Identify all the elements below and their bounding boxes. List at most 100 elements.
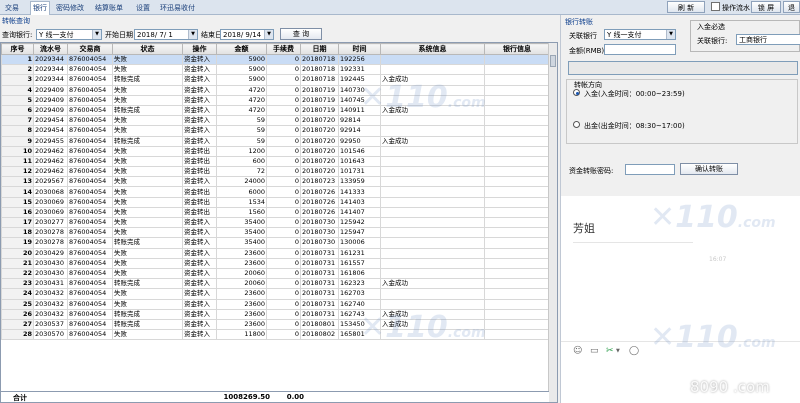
table-cell: 23600 bbox=[216, 308, 267, 320]
refresh-button[interactable]: 刷 新 bbox=[667, 1, 705, 13]
table-cell: 92950 bbox=[338, 135, 381, 147]
table-cell bbox=[484, 176, 550, 188]
table-row[interactable]: 5 2029409 876004054 失败 资金转入 4720 0 20180719 1407… bbox=[1, 94, 550, 106]
table-cell: 92914 bbox=[338, 125, 381, 137]
table-cell: 0 bbox=[266, 64, 301, 76]
confirm-transfer-button[interactable]: 确认转账 bbox=[680, 163, 738, 175]
table-cell: 资金转入 bbox=[182, 64, 217, 76]
table-row[interactable]: 2 2029344 876004054 失败 资金转入 5900 0 20180718 1923… bbox=[1, 64, 550, 76]
tab-settlement[interactable]: 结算账单 bbox=[93, 2, 125, 14]
table-cell: 失败 bbox=[112, 196, 183, 208]
transfer-bank-select[interactable]: Y 线一支付 ▼ bbox=[604, 29, 676, 40]
table-cell: 0 bbox=[266, 267, 301, 280]
table-row[interactable]: 28 2030570 876004054 失败 资金转入 11800 0 20180802 16… bbox=[1, 329, 550, 341]
password-input[interactable] bbox=[625, 164, 675, 175]
table-row[interactable]: 20 2030429 876004054 失败 资金转入 23600 0 20180731 16… bbox=[1, 247, 550, 259]
column-header[interactable]: 序号 bbox=[1, 43, 34, 55]
column-header[interactable]: 流水号 bbox=[33, 43, 68, 55]
table-cell: 20180731 bbox=[300, 298, 339, 310]
start-date-picker[interactable]: 2018/ 7/ 1 ▼ bbox=[134, 29, 198, 40]
exit-button[interactable]: 退 出 bbox=[783, 1, 800, 13]
table-cell bbox=[484, 166, 550, 178]
table-row[interactable]: 27 2030537 876004054 转账完成 资金转入 23600 0 20180801… bbox=[1, 318, 550, 331]
table-row[interactable]: 7 2029454 876004054 失败 资金转入 59 0 20180720 92814 bbox=[1, 115, 550, 127]
tab-bank[interactable]: 银行 bbox=[30, 1, 50, 15]
tab-settings[interactable]: 设置 bbox=[134, 2, 152, 14]
table-row[interactable]: 23 2030431 876004054 转账完成 资金转入 20060 0 20180731… bbox=[1, 278, 550, 290]
deposit-radio[interactable] bbox=[573, 89, 580, 96]
table-row[interactable]: 22 2030430 876004054 失败 资金转入 20060 0 20180731 16… bbox=[1, 267, 550, 280]
table-row[interactable]: 13 2029567 876004054 失败 资金转入 24000 0 20180723 13… bbox=[1, 176, 550, 188]
deposit-bank-label: 关联银行: bbox=[697, 37, 728, 45]
table-cell bbox=[380, 166, 485, 178]
deposit-bank-select[interactable]: 工商银行 bbox=[736, 34, 800, 45]
table-row[interactable]: 10 2029462 876004054 失败 资金转出 1200 0 20180720 101… bbox=[1, 145, 550, 157]
query-button[interactable]: 查 询 bbox=[280, 28, 322, 40]
table-cell: 5900 bbox=[216, 74, 267, 86]
table-cell: 876004054 bbox=[67, 94, 113, 106]
table-cell bbox=[380, 267, 485, 280]
table-row[interactable]: 14 2030068 876004054 失败 资金转出 6000 0 20180726 141… bbox=[1, 186, 550, 198]
table-cell: 2030432 bbox=[33, 308, 68, 320]
chat-bubble-icon[interactable]: ◯ bbox=[629, 346, 639, 356]
table-cell: 2 bbox=[1, 64, 34, 76]
table-row[interactable]: 4 2029409 876004054 失败 资金转入 4720 0 20180719 1407… bbox=[1, 84, 550, 96]
column-header[interactable]: 操作 bbox=[182, 43, 217, 55]
table-cell: 资金转入 bbox=[182, 308, 217, 320]
column-header[interactable]: 日期 bbox=[300, 43, 339, 55]
column-header[interactable]: 金额 bbox=[216, 43, 267, 55]
end-date-picker[interactable]: 2018/ 9/14 ▼ bbox=[220, 29, 274, 40]
column-header[interactable]: 交易商 bbox=[67, 43, 113, 55]
table-cell: 资金转入 bbox=[182, 94, 217, 106]
table-row[interactable]: 9 2029455 876004054 转账完成 资金转入 59 0 20180720 9295… bbox=[1, 135, 550, 147]
amount-label: 金额(RMB) bbox=[569, 47, 605, 55]
table-cell: 失败 bbox=[112, 247, 183, 259]
table-cell: 876004054 bbox=[67, 166, 113, 178]
table-row[interactable]: 8 2029454 876004054 失败 资金转入 59 0 20180720 92914 bbox=[1, 125, 550, 137]
table-row[interactable]: 1 2029344 876004054 失败 资金转入 5900 0 20180718 1922… bbox=[1, 53, 550, 66]
table-row[interactable]: 6 2029409 876004054 转账完成 资金转入 4720 0 20180719 14… bbox=[1, 104, 550, 117]
table-cell: 140911 bbox=[338, 104, 381, 117]
table-row[interactable]: 18 2030278 876004054 失败 资金转入 35400 0 20180730 12… bbox=[1, 227, 550, 239]
table-row[interactable]: 26 2030432 876004054 转账完成 资金转入 23600 0 20180731… bbox=[1, 308, 550, 320]
tab-ips-pay[interactable]: 环迅易收付 bbox=[158, 2, 197, 14]
tab-trade[interactable]: 交易 bbox=[3, 2, 21, 14]
column-header[interactable]: 手续费 bbox=[266, 43, 301, 55]
chevron-down-icon[interactable]: ▼ bbox=[616, 348, 620, 354]
query-bank-select[interactable]: Y 线一支付 ▼ bbox=[36, 29, 102, 40]
amount-input[interactable] bbox=[604, 44, 676, 55]
table-row[interactable]: 17 2030277 876004054 失败 资金转入 35400 0 20180730 12… bbox=[1, 216, 550, 229]
lock-screen-button[interactable]: 锁 屏 bbox=[751, 1, 781, 13]
table-cell: 资金转出 bbox=[182, 206, 217, 219]
folder-icon[interactable]: ▭ bbox=[590, 346, 599, 356]
table-cell: 失败 bbox=[112, 84, 183, 96]
query-bank-label: 查询银行: bbox=[2, 31, 33, 39]
tab-password[interactable]: 密码修改 bbox=[54, 2, 86, 14]
table-row[interactable]: 24 2030432 876004054 失败 资金转入 23600 0 20180731 16… bbox=[1, 288, 550, 300]
top-tab-bar: 交易 银行 密码修改 结算账单 设置 环迅易收付 刷 新 操作流水 锁 屏 退 … bbox=[0, 0, 800, 15]
table-row[interactable]: 3 2029344 876004054 转账完成 资金转入 5900 0 20180718 19… bbox=[1, 74, 550, 86]
table-row[interactable]: 25 2030432 876004054 失败 资金转入 23600 0 20180731 16… bbox=[1, 298, 550, 310]
withdraw-radio[interactable] bbox=[573, 121, 580, 128]
column-header[interactable]: 时间 bbox=[338, 43, 381, 55]
scrollbar-thumb[interactable] bbox=[550, 55, 556, 67]
table-row[interactable]: 11 2029462 876004054 失败 资金转出 600 0 20180720 1016… bbox=[1, 155, 550, 168]
table-cell bbox=[380, 257, 485, 269]
column-header[interactable]: 状态 bbox=[112, 43, 183, 55]
table-row[interactable]: 15 2030069 876004054 失败 资金转出 1534 0 20180726 141… bbox=[1, 196, 550, 208]
vertical-scrollbar[interactable] bbox=[548, 43, 557, 402]
table-row[interactable]: 21 2030430 876004054 失败 资金转入 23600 0 20180731 16… bbox=[1, 257, 550, 269]
table-cell: 2029344 bbox=[33, 53, 68, 66]
table-cell: 4 bbox=[1, 84, 34, 96]
table-cell bbox=[484, 288, 550, 300]
scissors-icon[interactable]: ✂ bbox=[606, 346, 614, 356]
operation-log-checkbox[interactable] bbox=[711, 2, 720, 11]
table-row[interactable]: 16 2030069 876004054 失败 资金转出 1560 0 20180726 141… bbox=[1, 206, 550, 219]
emoji-icon[interactable]: ☺ bbox=[573, 346, 582, 356]
table-row[interactable]: 19 2030278 876004054 转账完成 资金转入 35400 0 20180730… bbox=[1, 237, 550, 249]
table-cell: 876004054 bbox=[67, 145, 113, 157]
column-header[interactable]: 系统信息 bbox=[380, 43, 485, 55]
column-header[interactable]: 银行信息 bbox=[484, 43, 550, 55]
table-cell: 876004054 bbox=[67, 308, 113, 320]
table-row[interactable]: 12 2029462 876004054 失败 资金转出 72 0 20180720 10173… bbox=[1, 166, 550, 178]
